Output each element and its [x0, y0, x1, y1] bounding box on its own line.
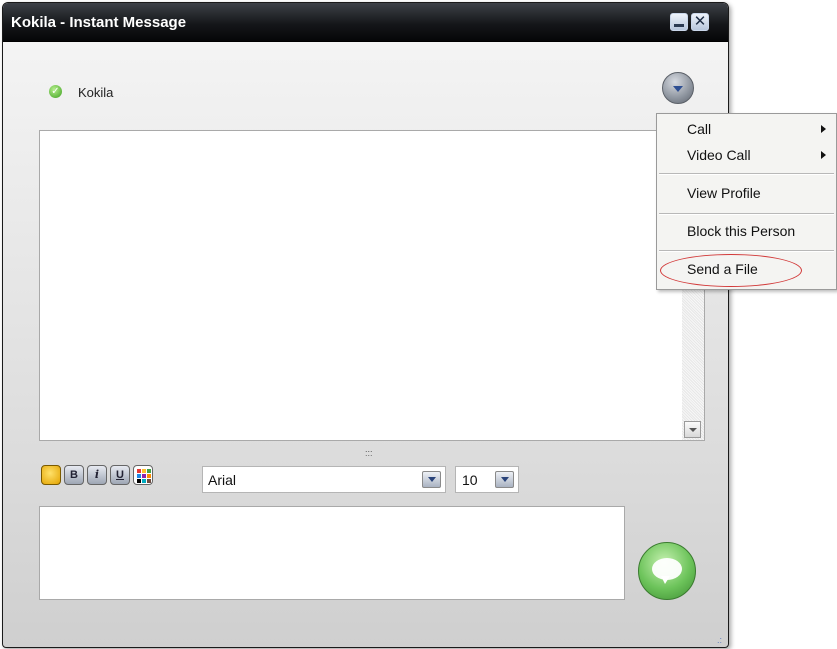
window-title: Kokila - Instant Message — [11, 14, 187, 31]
menu-separator — [659, 213, 834, 215]
message-input[interactable] — [39, 506, 625, 600]
contact-name: Kokila — [78, 85, 114, 100]
menu-item-label: Block this Person — [687, 223, 796, 239]
underline-button[interactable]: U — [110, 465, 130, 485]
bold-button[interactable]: B — [64, 465, 84, 485]
title-bar[interactable]: Kokila - Instant Message ✕ — [3, 3, 728, 42]
chevron-down-icon[interactable] — [422, 471, 441, 488]
menu-item-label: Video Call — [687, 147, 751, 163]
send-button[interactable] — [638, 542, 696, 600]
menu-item-label: Call — [687, 121, 712, 137]
smiley-icon[interactable] — [41, 465, 61, 485]
menu-item-view-profile[interactable]: View Profile — [687, 183, 761, 203]
italic-button[interactable]: i — [87, 465, 107, 485]
submenu-arrow-icon — [821, 151, 826, 159]
menu-item-label: View Profile — [687, 185, 761, 201]
font-family-value: Arial — [208, 472, 237, 488]
pane-resize-handle[interactable]: ::: — [365, 448, 373, 458]
close-button[interactable]: ✕ — [691, 13, 709, 31]
close-icon: ✕ — [693, 13, 707, 30]
menu-separator — [659, 250, 834, 252]
font-size-value: 10 — [462, 472, 478, 488]
im-window: Kokila - Instant Message ✕ ✓ Kokila ::: … — [2, 2, 729, 648]
conversation-history[interactable] — [39, 130, 705, 441]
menu-item-call[interactable]: Call — [687, 119, 832, 139]
submenu-arrow-icon — [821, 125, 826, 133]
send-file-highlight-ellipse — [660, 254, 802, 287]
contact-options-button[interactable] — [662, 72, 694, 104]
color-palette-icon[interactable] — [133, 465, 153, 485]
online-check-icon: ✓ — [49, 85, 62, 98]
font-family-select[interactable]: Arial — [202, 466, 446, 493]
menu-separator — [659, 173, 834, 175]
menu-item-block-person[interactable]: Block this Person — [687, 221, 795, 241]
speech-bubble-tail — [661, 576, 670, 584]
font-size-select[interactable]: 10 — [455, 466, 519, 493]
window-resize-grip[interactable]: .: — [717, 636, 722, 645]
scroll-down-button[interactable] — [684, 421, 701, 438]
chevron-down-icon[interactable] — [495, 471, 514, 488]
minimize-button[interactable] — [670, 13, 688, 31]
menu-item-video-call[interactable]: Video Call — [687, 145, 832, 165]
